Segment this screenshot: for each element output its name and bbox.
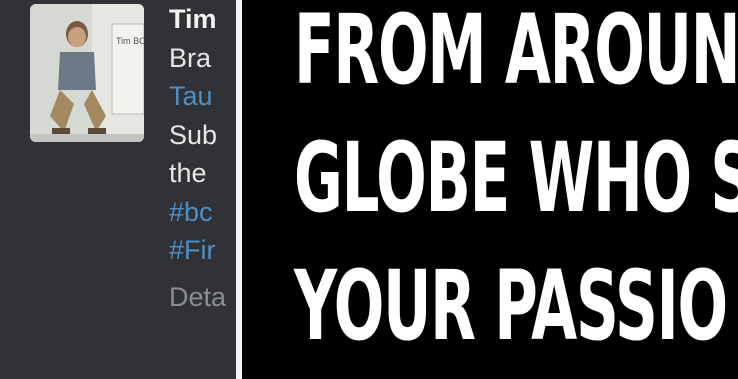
avatar[interactable]: Tim BOY — [30, 4, 144, 142]
profile-name[interactable]: Tim — [169, 0, 245, 39]
bio-link[interactable]: Tau — [169, 77, 245, 116]
quote-banner: FROM AROUN GLOBE WHO S YOUR PASSIO — [236, 0, 738, 379]
banner-headline: FROM AROUN GLOBE WHO S YOUR PASSIO — [294, 0, 738, 370]
screenshot-stage: Tim BOY Tim Bra Tau Sub the #bc #Fir Det… — [0, 0, 738, 379]
profile-bio: Tim Bra Tau Sub the #bc #Fir Deta — [169, 0, 245, 316]
hashtag-link[interactable]: #Fir — [169, 231, 245, 270]
bio-line: Bra — [169, 42, 212, 73]
bio-line: the — [169, 158, 207, 188]
profile-card: Tim BOY Tim Bra Tau Sub the #bc #Fir Det… — [0, 0, 245, 379]
bio-line: Sub — [169, 119, 218, 150]
banner-line: YOUR PASSIO — [294, 250, 728, 362]
banner-line: FROM AROUN — [294, 0, 738, 106]
avatar-photo: Tim BOY — [30, 4, 144, 142]
avatar-sign-text: Tim BOY — [116, 36, 144, 46]
banner-line: GLOBE WHO S — [294, 122, 738, 234]
hashtag-link[interactable]: #bc — [169, 193, 245, 232]
details-link[interactable]: Deta — [169, 278, 245, 317]
